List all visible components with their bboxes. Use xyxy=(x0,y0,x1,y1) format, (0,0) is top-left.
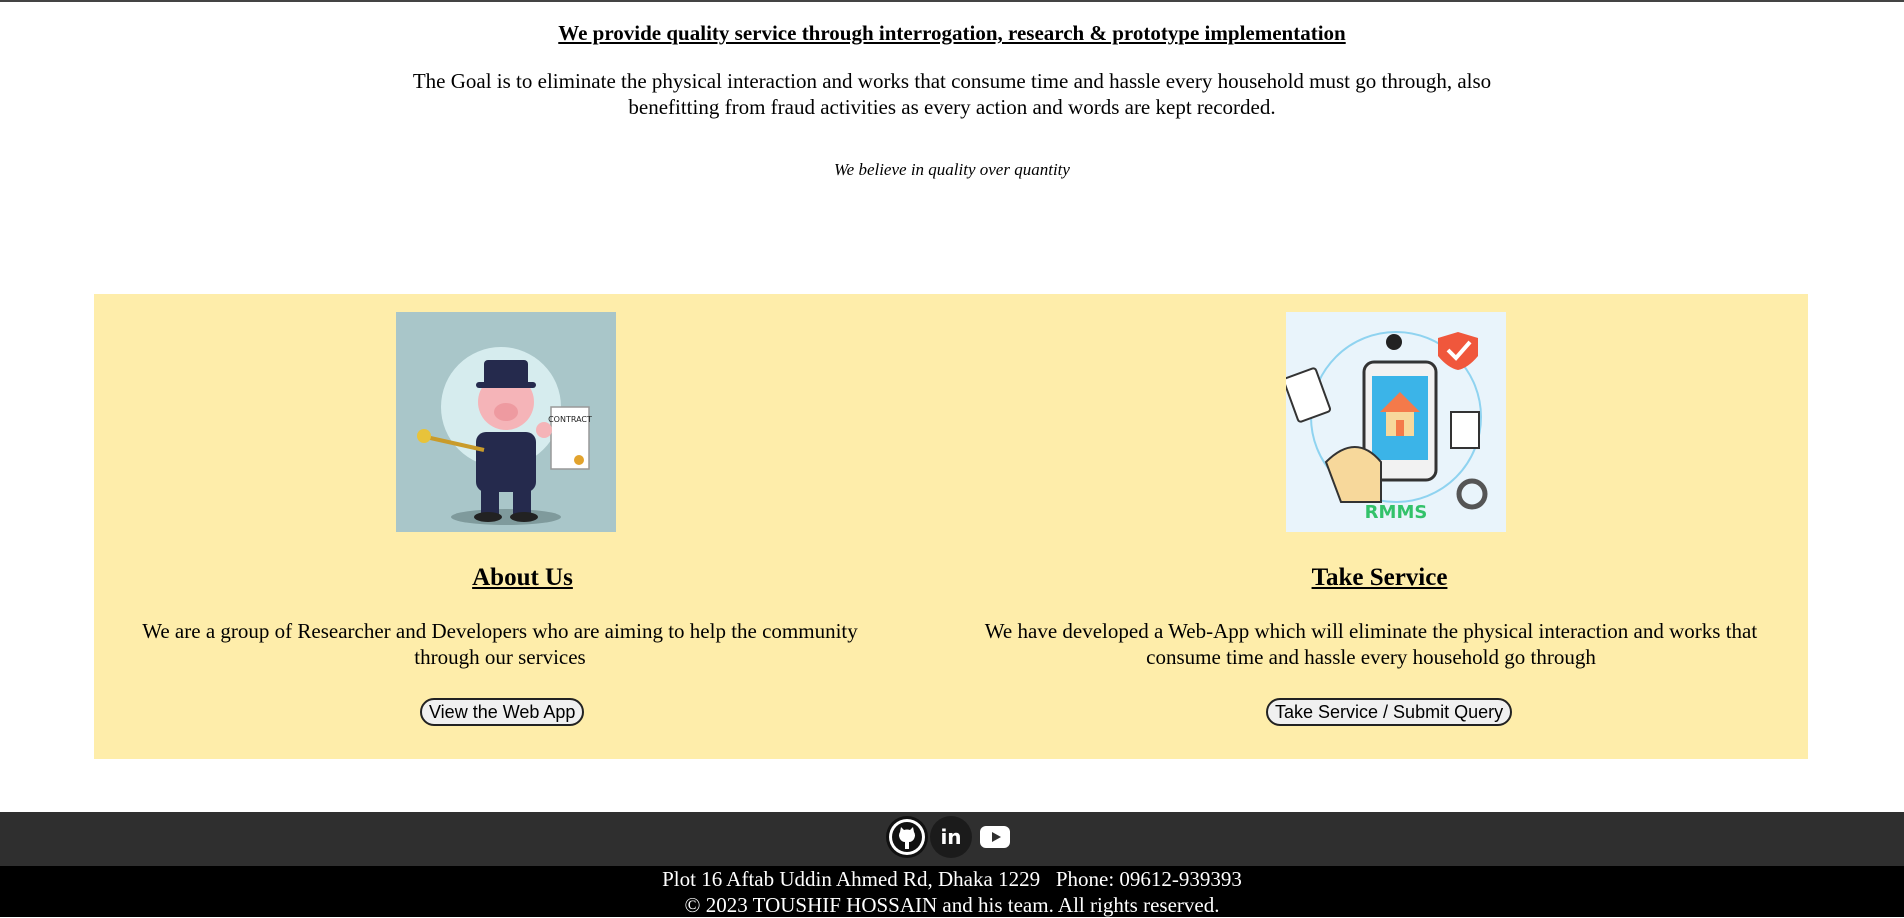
take-service-card: RMMS Take Service We have developed a We… xyxy=(951,294,1808,759)
social-bar: in xyxy=(0,812,1904,866)
footer-copyright: © 2023 TOUSHIF HOSSAIN and his team. All… xyxy=(684,893,1220,917)
youtube-icon[interactable] xyxy=(974,816,1016,858)
take-service-button[interactable]: Take Service / Submit Query xyxy=(1266,698,1513,726)
linkedin-glyph: in xyxy=(940,825,962,849)
svg-text:CONTRACT: CONTRACT xyxy=(548,415,592,424)
about-us-title: About Us xyxy=(472,564,573,591)
rmms-logo-text: RMMS xyxy=(1365,502,1428,523)
linkedin-icon[interactable]: in xyxy=(930,816,972,858)
take-service-title: Take Service xyxy=(1311,564,1448,591)
cards-section: CONTRACT About Us We are a group of Rese… xyxy=(94,294,1808,759)
view-web-app-button[interactable]: View the Web App xyxy=(420,698,585,726)
footer-address: Plot 16 Aftab Uddin Ahmed Rd, Dhaka 1229… xyxy=(662,867,1242,891)
about-us-card: CONTRACT About Us We are a group of Rese… xyxy=(94,294,951,759)
github-icon[interactable] xyxy=(886,816,928,858)
take-service-text: We have developed a Web-App which will e… xyxy=(984,619,1758,669)
goal-paragraph: The Goal is to eliminate the physical in… xyxy=(412,69,1492,119)
footer: Plot 16 Aftab Uddin Ahmed Rd, Dhaka 1229… xyxy=(0,866,1904,917)
about-us-text: We are a group of Researcher and Develop… xyxy=(142,619,858,669)
page-headline: We provide quality service through inter… xyxy=(558,21,1346,45)
take-service-image: RMMS xyxy=(1283,312,1506,532)
about-us-image: CONTRACT xyxy=(396,312,616,532)
tagline: We believe in quality over quantity xyxy=(834,160,1070,179)
